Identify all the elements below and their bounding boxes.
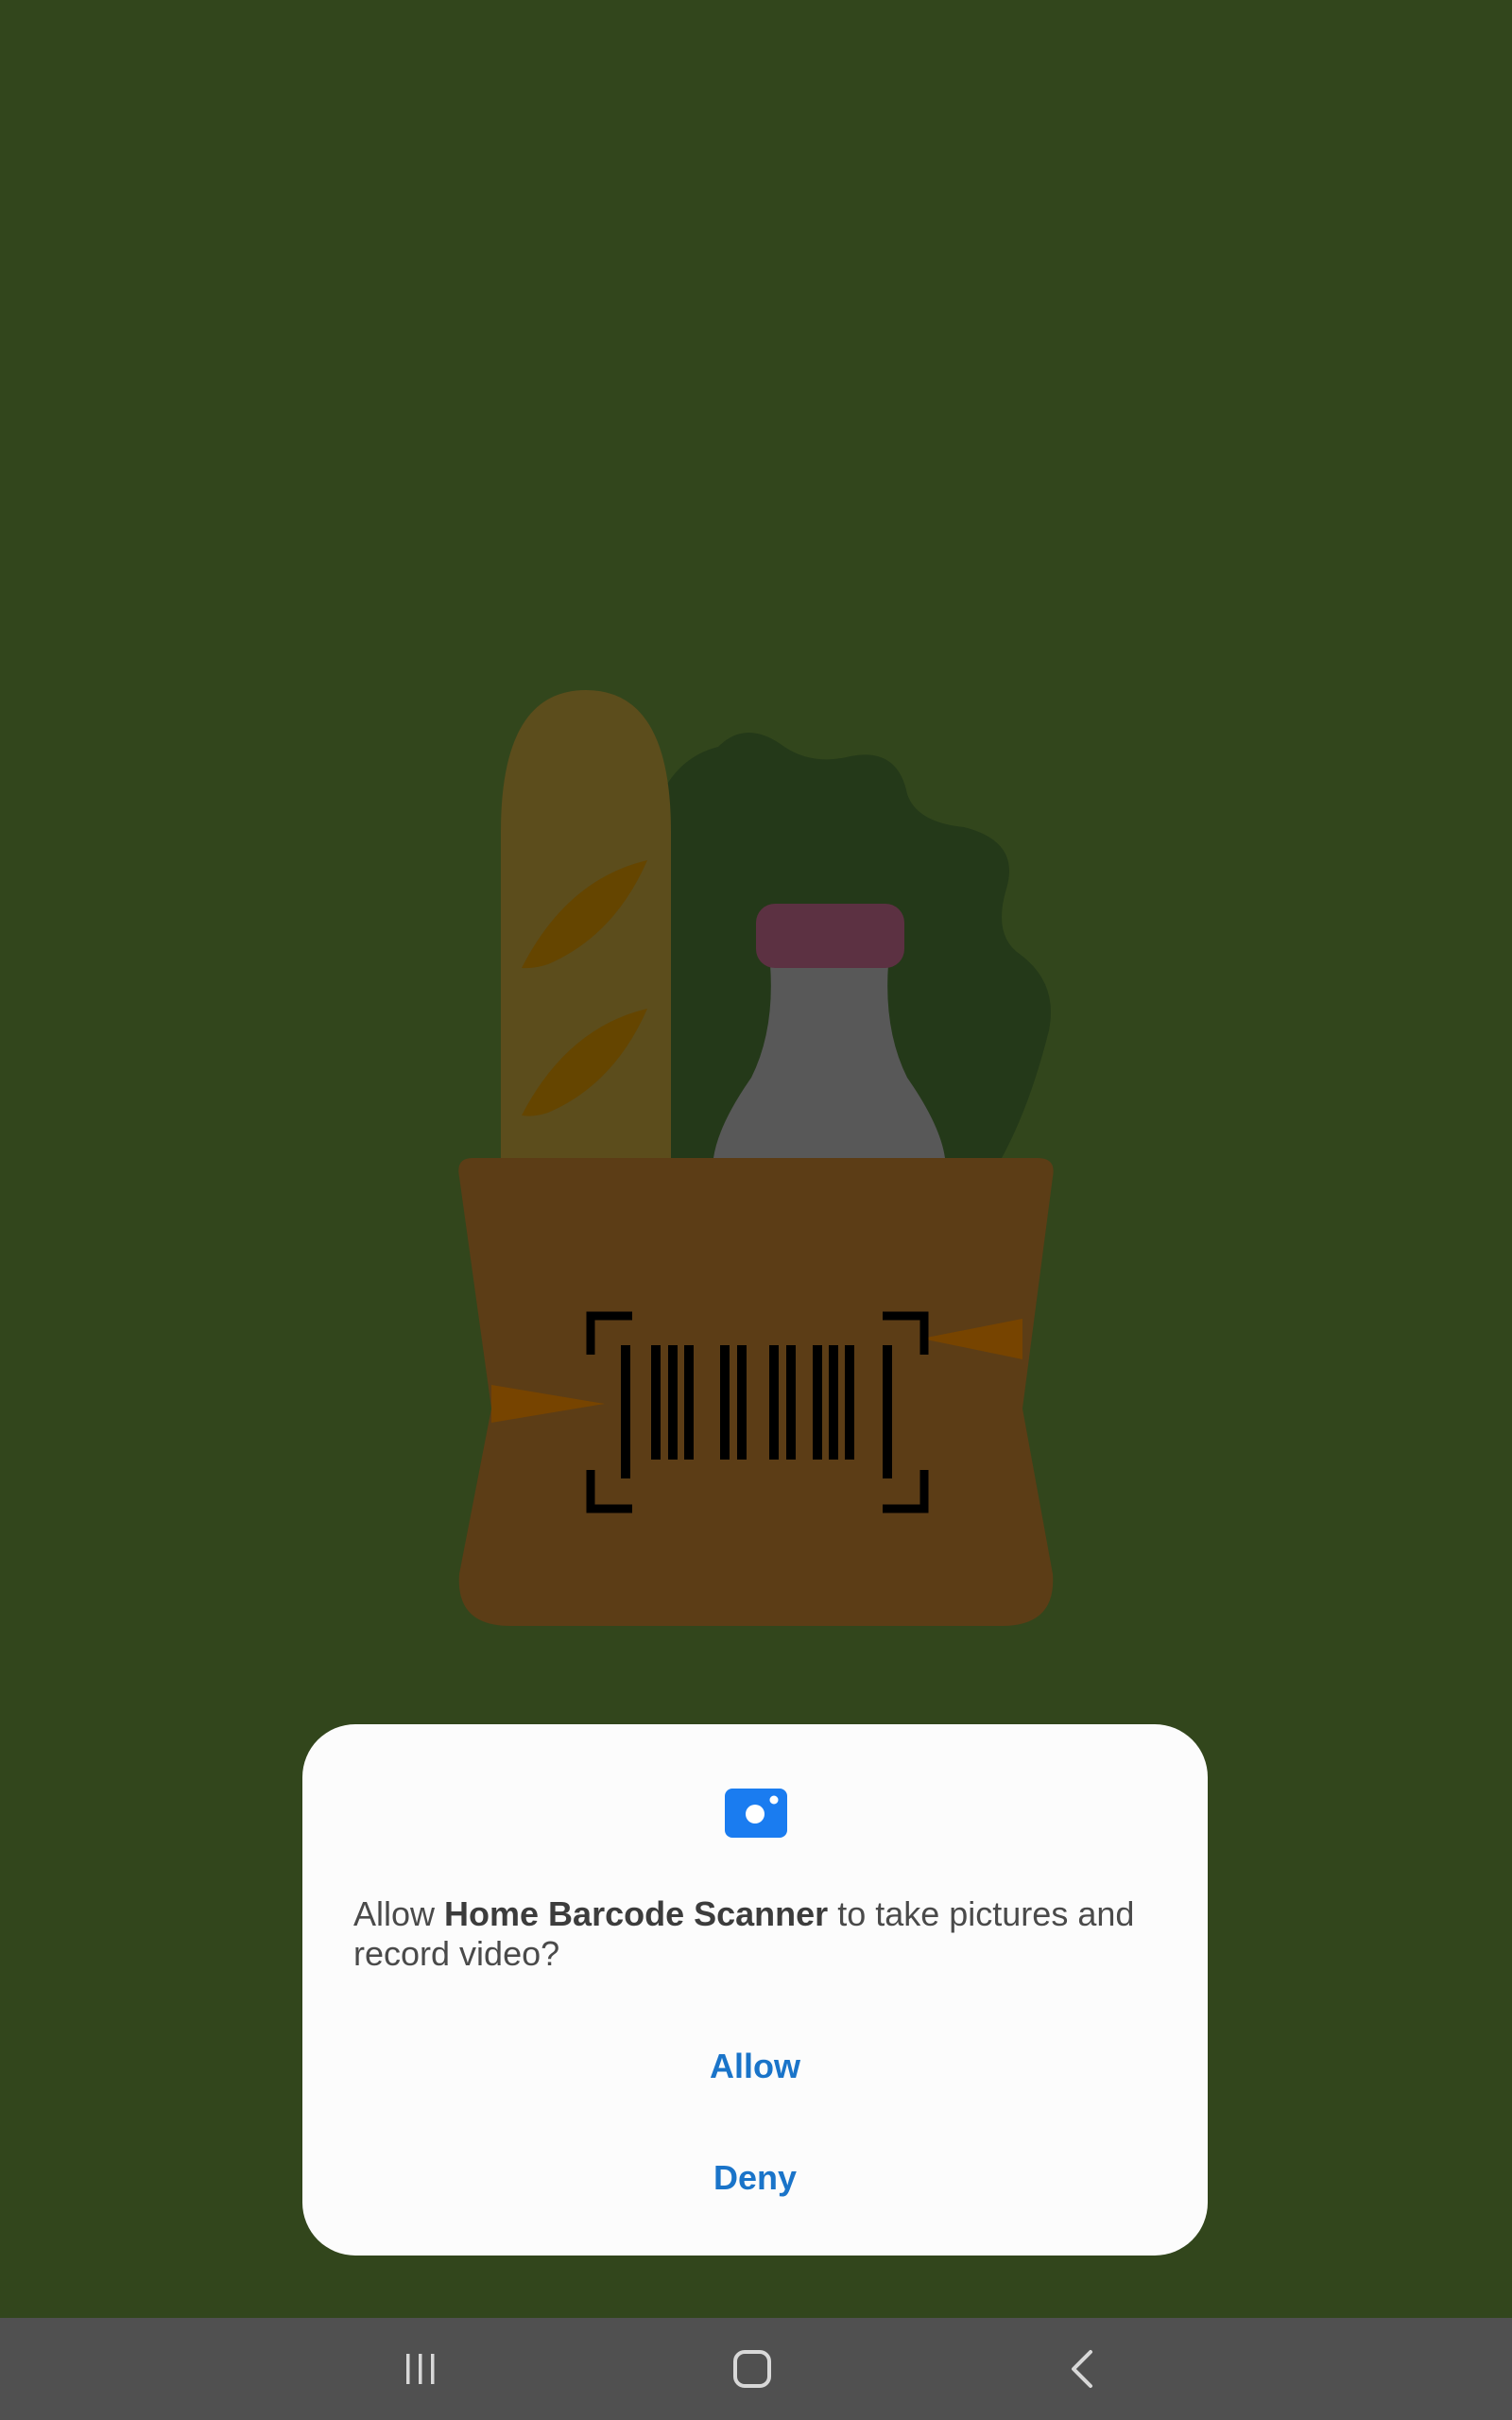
allow-button[interactable]: Allow <box>302 2019 1208 2114</box>
back-icon <box>1072 2350 1092 2388</box>
permission-message: Allow Home Barcode Scanner to take pictu… <box>353 1894 1166 1974</box>
grocery-bag-illustration <box>458 690 1054 1626</box>
back-button[interactable] <box>1007 2318 1159 2420</box>
deny-button[interactable]: Deny <box>302 2131 1208 2225</box>
navigation-bar <box>0 2318 1512 2420</box>
home-icon <box>733 2350 771 2388</box>
camera-icon <box>725 1789 787 1838</box>
recents-button[interactable] <box>345 2318 496 2420</box>
app-name: Home Barcode Scanner <box>444 1894 829 1933</box>
home-button[interactable] <box>677 2318 828 2420</box>
bag-shape <box>458 1158 1054 1626</box>
recents-icon <box>406 2354 435 2384</box>
message-prefix: Allow <box>353 1894 445 1933</box>
screen: Allow Home Barcode Scanner to take pictu… <box>0 0 1512 2420</box>
permission-dialog: Allow Home Barcode Scanner to take pictu… <box>302 1724 1208 2256</box>
bottle-cap <box>756 904 904 968</box>
